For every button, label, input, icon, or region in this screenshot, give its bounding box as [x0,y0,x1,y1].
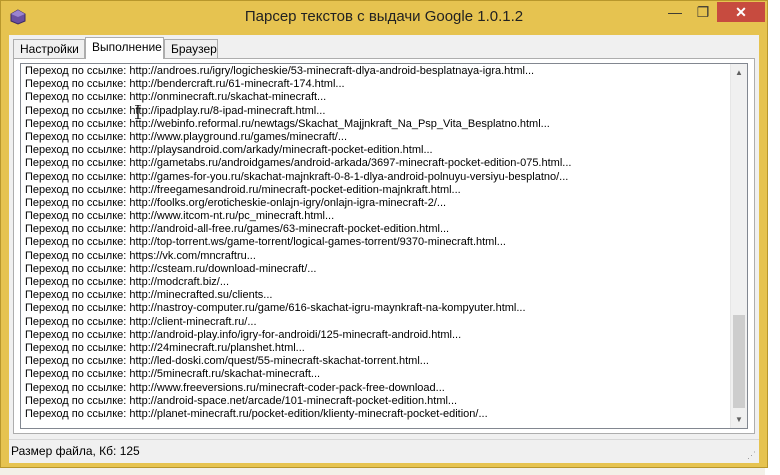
log-line: Переход по ссылке: http://freegamesandro… [25,183,461,196]
scroll-down-icon[interactable]: ▼ [731,411,747,428]
log-line: Переход по ссылке: http://led-doski.com/… [25,355,429,368]
log-line: Переход по ссылке: http://client-minecra… [25,315,257,328]
app-window: Парсер текстов с выдачи Google 1.0.1.2 —… [0,0,768,468]
log-line: Переход по ссылке: http://android-space.… [25,394,458,407]
log-line: Переход по ссылке: http://24minecraft.ru… [25,341,305,354]
log-line: Переход по ссылке: http://foolks.org/ero… [25,196,447,209]
log-line: Переход по ссылке: https://vk.com/mncraf… [25,249,256,262]
log-line: Переход по ссылке: http://bendercraft.ru… [25,78,345,91]
maximize-button[interactable]: ❐ [689,2,717,22]
title-bar[interactable]: Парсер текстов с выдачи Google 1.0.1.2 —… [1,1,767,33]
scroll-up-icon[interactable]: ▲ [731,64,747,81]
log-line: Переход по ссылке: http://modcraft.biz/.… [25,276,230,288]
log-line: Переход по ссылке: http://5minecraft.ru/… [25,368,321,381]
close-button[interactable]: ✕ [717,2,765,22]
log-line: Переход по ссылке: http://games-for-you.… [25,170,569,183]
tab-browser[interactable]: Браузер [164,39,218,58]
log-line: Переход по ссылке: http://www.playground… [25,130,348,143]
log-line: Переход по ссылке: http://android-all-fr… [25,223,450,236]
log-line: Переход по ссылке: http://ipadplay.ru/8-… [25,104,326,117]
log-line: Переход по ссылке: http://csteam.ru/down… [25,262,317,275]
minimize-button[interactable]: — [661,2,689,22]
resize-grip-icon[interactable]: ⋰ [747,450,757,460]
log-line: Переход по ссылке: http://www.itcom-nt.r… [25,210,335,223]
log-textbox[interactable]: Переход по ссылке: http://androes.ru/igr… [20,63,748,429]
client-area: Настройки Выполнение Браузер Переход по … [9,35,759,463]
tab-execution[interactable]: Выполнение [85,37,164,59]
log-line: Переход по ссылке: http://playsandroid.c… [25,144,433,157]
log-line: Переход по ссылке: http://minecrafted.su… [25,289,273,302]
log-line: Переход по ссылке: http://nastroy-comput… [25,302,526,315]
log-line: Переход по ссылке: http://www.freeversio… [25,381,445,394]
log-line: Переход по ссылке: http://webinfo.reform… [25,117,550,130]
window-title: Парсер текстов с выдачи Google 1.0.1.2 [244,8,524,25]
app-icon[interactable] [10,9,26,25]
log-line: Переход по ссылке: http://androes.ru/igr… [25,65,535,77]
log-line: Переход по ссылке: http://android-play.i… [25,328,462,341]
log-lines: Переход по ссылке: http://androes.ru/igr… [25,65,725,421]
status-bar: Размер файла, Кб: 125 ⋰ [9,439,759,462]
execution-panel: Переход по ссылке: http://androes.ru/igr… [13,58,755,434]
log-line: Переход по ссылке: http://gametabs.ru/an… [25,157,572,170]
log-line: Переход по ссылке: http://planet-minecra… [25,407,488,420]
log-line: Переход по ссылке: http://onminecraft.ru… [25,91,327,104]
vertical-scrollbar[interactable]: ▲ ▼ [730,64,747,428]
scroll-thumb[interactable] [733,315,745,408]
text-cursor-icon [135,105,141,119]
file-size-status: Размер файла, Кб: 125 [11,444,140,458]
log-line: Переход по ссылке: http://top-torrent.ws… [25,236,506,249]
tab-settings[interactable]: Настройки [13,39,85,58]
